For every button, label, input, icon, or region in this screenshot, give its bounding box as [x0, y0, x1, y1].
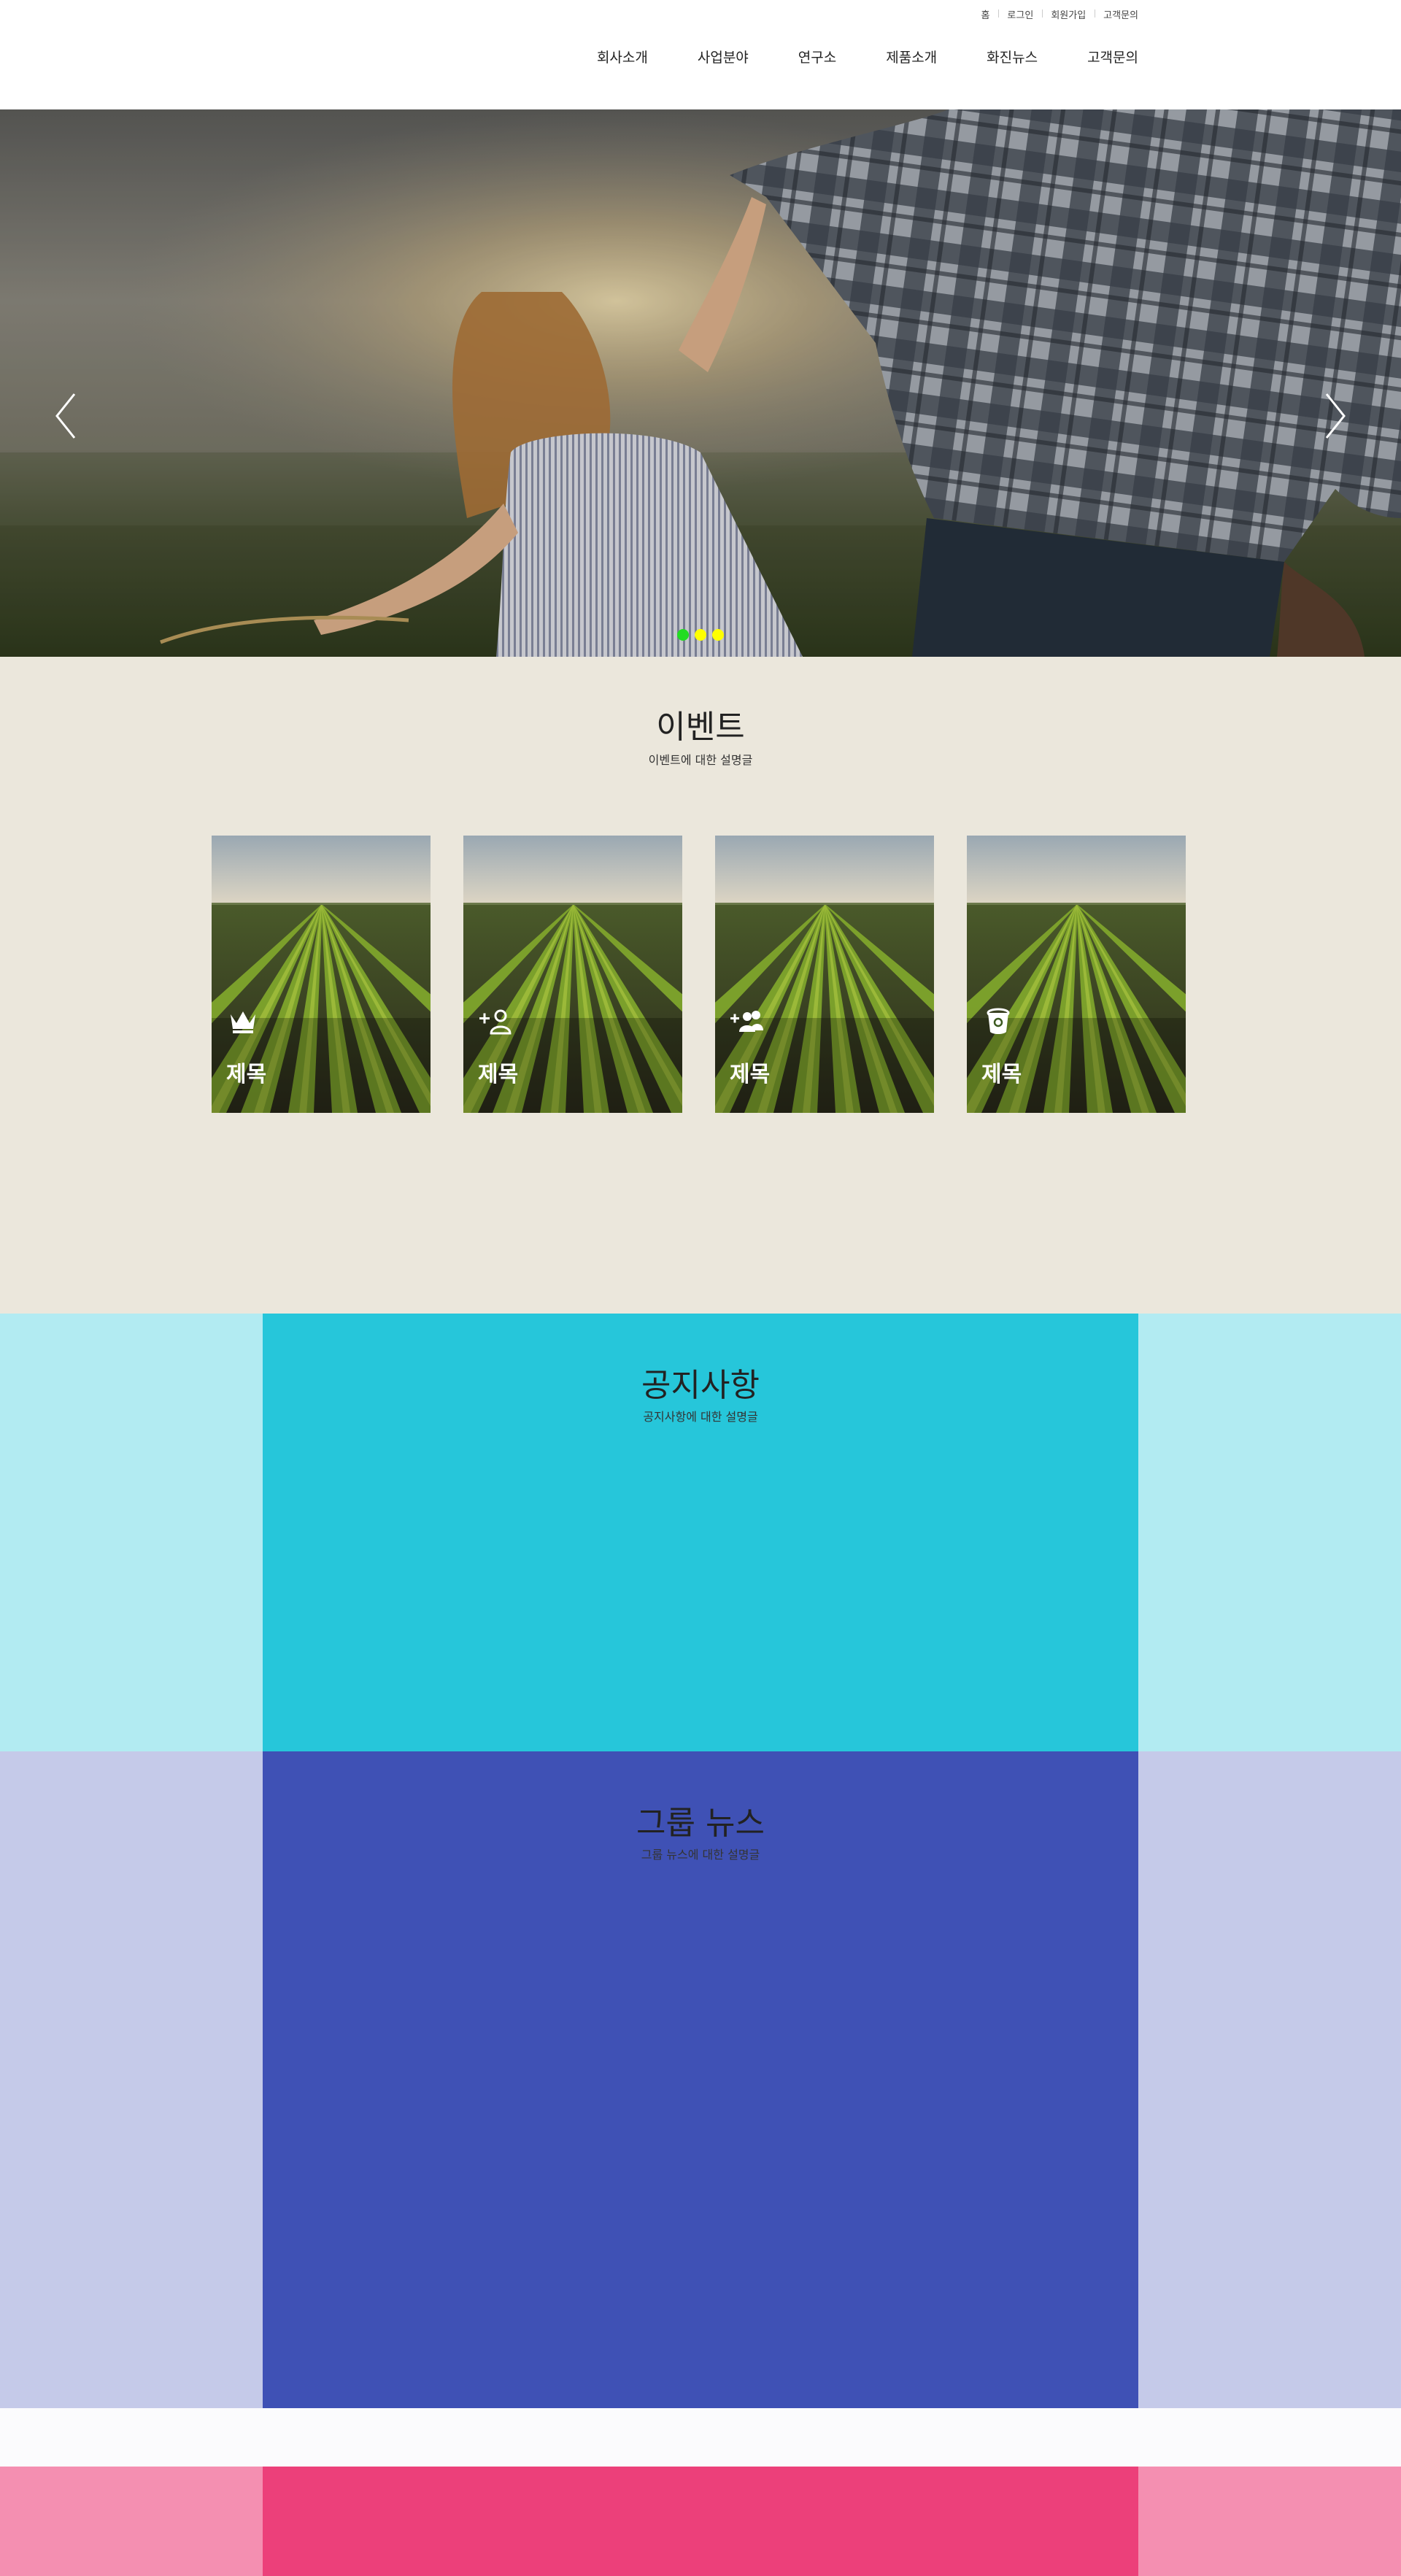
notice-title: 공지사항 — [641, 1367, 760, 1404]
hero-image — [0, 109, 1401, 657]
hero-slider — [0, 109, 1401, 657]
nav-item-products[interactable]: 제품소개 — [886, 47, 937, 66]
chevron-left-icon — [55, 393, 76, 439]
slider-dot-1[interactable] — [677, 629, 689, 641]
chevron-right-icon — [1325, 393, 1346, 439]
slider-pagination — [677, 629, 724, 641]
nav-item-news[interactable]: 화진뉴스 — [987, 47, 1038, 66]
nav-item-lab[interactable]: 연구소 — [798, 47, 836, 66]
bottom-section-content — [263, 2467, 1138, 2576]
add-group-icon — [730, 1011, 763, 1032]
event-card[interactable]: 제목 — [967, 836, 1186, 1113]
bottom-section — [0, 2467, 1401, 2576]
events-title: 이벤트 — [656, 709, 745, 746]
events-subtitle: 이벤트에 대한 설명글 — [648, 753, 753, 767]
util-link-signup[interactable]: 회원가입 — [1042, 7, 1095, 21]
event-card[interactable]: 제목 — [212, 836, 431, 1113]
main-nav: 회사소개 사업분야 연구소 제품소개 화진뉴스 고객문의 — [547, 47, 1138, 66]
util-link-login[interactable]: 로그인 — [998, 7, 1042, 21]
event-card[interactable]: 제목 — [463, 836, 682, 1113]
event-card-list: 제목 제목 제목 제목 — [212, 836, 1186, 1113]
util-link-contact[interactable]: 고객문의 — [1095, 7, 1138, 21]
site-header: 홈 로그인 회원가입 고객문의 회사소개 사업분야 연구소 제품소개 화진뉴스 … — [0, 0, 1401, 109]
nav-item-contact[interactable]: 고객문의 — [1087, 47, 1138, 66]
group-news-section: 그룹 뉴스 그룹 뉴스에 대한 설명글 — [0, 1751, 1401, 2408]
nav-item-company[interactable]: 회사소개 — [597, 47, 648, 66]
section-spacer — [0, 2408, 1401, 2467]
slider-dot-3[interactable] — [712, 629, 724, 641]
add-user-icon — [479, 1009, 512, 1035]
group-news-subtitle: 그룹 뉴스에 대한 설명글 — [641, 1848, 760, 1862]
event-card[interactable]: 제목 — [715, 836, 934, 1113]
notice-subtitle: 공지사항에 대한 설명글 — [643, 1410, 758, 1424]
event-card-title: 제목 — [478, 1062, 519, 1087]
crown-icon — [231, 1011, 255, 1033]
event-card-title: 제목 — [981, 1062, 1022, 1087]
utility-nav: 홈 로그인 회원가입 고객문의 — [972, 7, 1138, 21]
notice-section: 공지사항 공지사항에 대한 설명글 — [0, 1314, 1401, 1751]
slider-prev-button[interactable] — [44, 387, 88, 445]
event-card-title: 제목 — [226, 1062, 267, 1087]
slider-next-button[interactable] — [1313, 387, 1357, 445]
nav-item-business[interactable]: 사업분야 — [698, 47, 749, 66]
bucket-icon — [987, 1008, 1010, 1034]
slider-dot-2[interactable] — [695, 629, 706, 641]
events-section: 이벤트 이벤트에 대한 설명글 제목 제목 제목 제목 — [0, 657, 1401, 1314]
group-news-title: 그룹 뉴스 — [636, 1805, 765, 1842]
util-link-home[interactable]: 홈 — [972, 7, 998, 21]
event-card-title: 제목 — [730, 1062, 771, 1087]
